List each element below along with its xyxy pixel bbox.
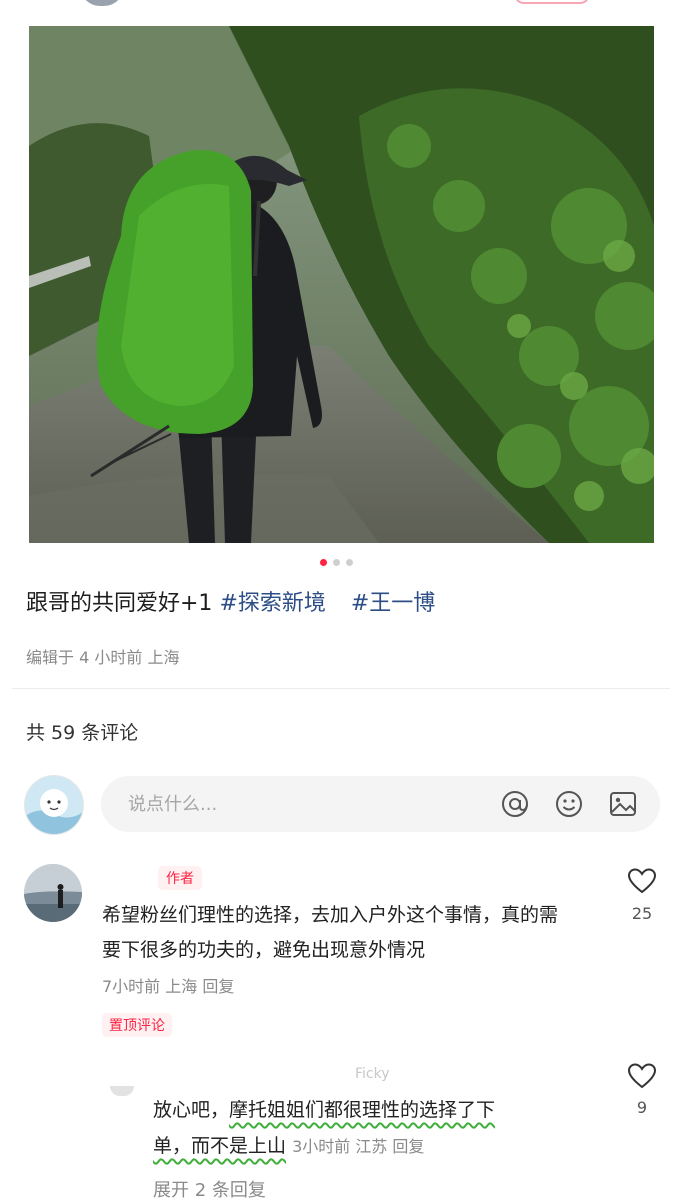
image-pager[interactable] (320, 559, 353, 567)
heart-icon[interactable] (627, 867, 657, 895)
comment-count: 共 59 条评论 (26, 722, 139, 744)
follow-button[interactable] (514, 0, 590, 4)
comment-meta[interactable]: 7小时前 上海 回复 (102, 973, 234, 997)
pager-dot[interactable] (346, 559, 353, 566)
divider (12, 688, 670, 689)
reply-text-highlight: 摩托姐姐们都很理性的选择了下 (229, 1099, 496, 1121)
expand-replies[interactable]: 展开 2 条回复 (153, 1176, 266, 1202)
image-icon[interactable] (608, 789, 638, 819)
hashtag-link[interactable]: #王一博 (351, 591, 435, 616)
post-caption: 跟哥的共同爱好+1 #探索新境 #王一博 (26, 588, 435, 620)
caption-text: 跟哥的共同爱好+1 (26, 591, 213, 616)
author-avatar[interactable] (80, 0, 124, 6)
comment-input-placeholder[interactable]: 说点什么... (128, 790, 217, 816)
reply-avatar[interactable] (110, 1086, 134, 1096)
author-badge: 作者 (158, 866, 202, 890)
current-user-avatar[interactable] (24, 775, 84, 835)
post-photo-illustration (29, 26, 654, 543)
pinned-badge: 置顶评论 (102, 1013, 172, 1037)
reply-text[interactable]: 放心吧，摩托姐姐们都很理性的选择了下 单，而不是上山 3小时前 江苏 回复 (153, 1092, 593, 1165)
pager-dot[interactable] (333, 559, 340, 566)
avatar-illustration (24, 864, 82, 922)
commenter-avatar[interactable] (24, 864, 82, 922)
reply-author-name[interactable]: Ficky (355, 1066, 390, 1082)
reply-meta[interactable]: 3小时前 江苏 回复 (292, 1137, 424, 1156)
reply-text-highlight: 单，而不是上山 (153, 1135, 287, 1157)
like-count: 9 (636, 1098, 648, 1117)
comment-text[interactable]: 希望粉丝们理性的选择，去加入户外这个事情，真的需要下很多的功夫的，避免出现意外情… (102, 898, 572, 968)
post-image[interactable] (29, 26, 654, 543)
avatar-illustration (25, 776, 83, 834)
at-icon[interactable] (500, 789, 530, 819)
heart-icon[interactable] (627, 1062, 657, 1090)
emoji-icon[interactable] (554, 789, 584, 819)
hashtag-link[interactable]: #探索新境 (219, 591, 325, 616)
reply-text-start: 放心吧， (153, 1099, 230, 1121)
post-meta: 编辑于 4 小时前 上海 (26, 648, 180, 667)
like-count: 25 (631, 904, 653, 923)
pager-dot-active[interactable] (320, 559, 327, 566)
